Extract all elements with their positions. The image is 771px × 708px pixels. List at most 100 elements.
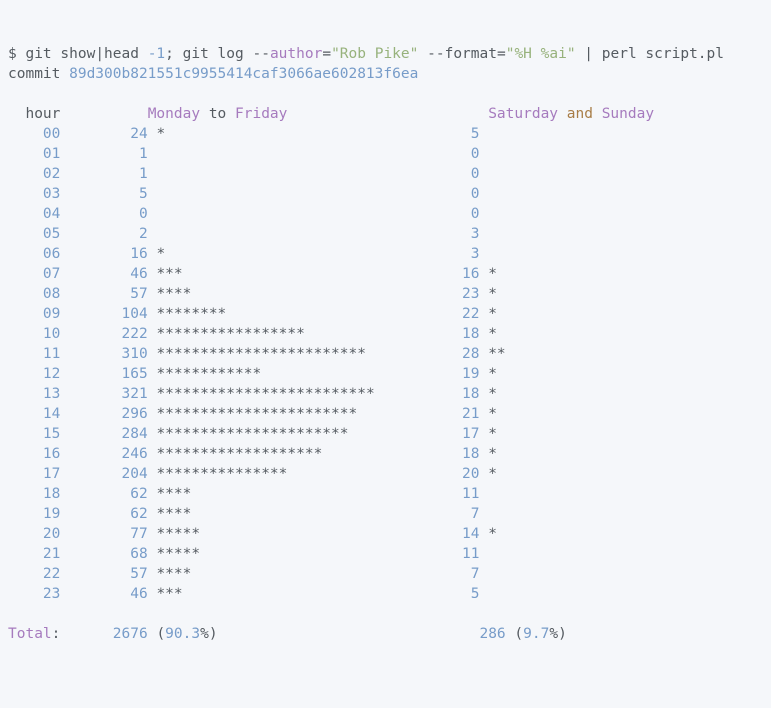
weekday-bar: ******************* <box>156 446 392 462</box>
hour-cell: 23 <box>43 586 60 602</box>
space <box>418 46 427 62</box>
hour-cell: 09 <box>43 306 60 322</box>
data-row: 14 296 *********************** 21 * <box>8 406 497 422</box>
gap <box>60 626 112 642</box>
weekend-count: 18 <box>392 386 479 402</box>
data-row: 19 62 **** 7 <box>8 506 488 522</box>
weekend-count: 7 <box>392 566 479 582</box>
weekday-count: 321 <box>60 386 147 402</box>
weekend-bar: * <box>488 266 497 282</box>
hour-cell: 10 <box>43 326 60 342</box>
weekend-count: 3 <box>392 246 479 262</box>
cmd-head: head <box>104 46 148 62</box>
hour-cell: 02 <box>43 166 60 182</box>
data-rows: 00 24 * 5 01 1 0 02 1 0 0 3 5 <box>8 126 506 602</box>
hour-cell: 07 <box>43 266 60 282</box>
data-row: 23 46 *** 5 <box>8 586 488 602</box>
hour-cell: 01 <box>43 146 60 162</box>
weekday-bar: *********************** <box>156 406 392 422</box>
colon: : <box>52 626 61 642</box>
weekday-monday: Monday <box>148 106 200 122</box>
weekday-bar: **** <box>156 486 392 502</box>
weekday-bar: ************************ <box>156 346 392 362</box>
gap <box>506 626 515 642</box>
weekend-bar: * <box>488 306 497 322</box>
weekend-count: 18 <box>392 326 479 342</box>
weekend-count: 17 <box>392 426 479 442</box>
semicolon: ; <box>165 46 182 62</box>
data-row: 00 24 * 5 <box>8 126 488 142</box>
and-word: and <box>558 106 602 122</box>
data-row: 20 77 ***** 14 * <box>8 526 497 542</box>
rparen: ) <box>558 626 567 642</box>
weekday-count: 222 <box>60 326 147 342</box>
weekday-count: 310 <box>60 346 147 362</box>
weekend-count: 14 <box>392 526 479 542</box>
data-row: 12 165 ************ 19 * <box>8 366 497 382</box>
weekend-count: 5 <box>392 126 479 142</box>
weekend-sunday: Sunday <box>602 106 654 122</box>
pipe: | <box>95 46 104 62</box>
weekend-count: 19 <box>392 366 479 382</box>
weekend-bar: * <box>488 386 497 402</box>
weekday-count: 68 <box>60 546 147 562</box>
weekday-bar: *** <box>156 586 392 602</box>
weekend-count: 7 <box>392 506 479 522</box>
hour-cell: 18 <box>43 486 60 502</box>
data-row: 11 310 ************************ 28 ** <box>8 346 506 362</box>
weekday-total: 2676 <box>113 626 148 642</box>
weekend-bar: * <box>488 446 497 462</box>
hour-cell: 20 <box>43 526 60 542</box>
ddash: -- <box>252 46 269 62</box>
weekday-bar: **** <box>156 506 392 522</box>
format-value: "%H %ai" <box>506 46 576 62</box>
weekday-bar: ************************* <box>156 386 392 402</box>
hour-cell: 17 <box>43 466 60 482</box>
weekday-count: 204 <box>60 466 147 482</box>
hour-cell: 22 <box>43 566 60 582</box>
weekday-count: 77 <box>60 526 147 542</box>
weekend-bar: * <box>488 286 497 302</box>
command-line: $ git show|head -1; git log --author="Ro… <box>8 46 724 62</box>
pct: % <box>549 626 558 642</box>
weekend-bar: * <box>488 406 497 422</box>
data-row: 01 1 0 <box>8 146 488 162</box>
weekday-bar: * <box>156 126 392 142</box>
data-row: 21 68 ***** 11 <box>8 546 488 562</box>
gap <box>287 106 488 122</box>
weekend-count: 16 <box>392 266 479 282</box>
weekday-bar: **** <box>156 286 392 302</box>
hour-cell: 16 <box>43 446 60 462</box>
ddash: -- <box>427 46 444 62</box>
weekday-bar <box>156 186 392 202</box>
weekend-count: 20 <box>392 466 479 482</box>
hour-cell: 19 <box>43 506 60 522</box>
weekday-count: 62 <box>60 506 147 522</box>
weekday-bar <box>156 166 392 182</box>
weekend-count: 28 <box>392 346 479 362</box>
weekend-count: 0 <box>392 206 479 222</box>
commit-label: commit <box>8 66 69 82</box>
pipe: | <box>576 46 602 62</box>
weekend-bar: * <box>488 326 497 342</box>
weekday-count: 1 <box>60 146 147 162</box>
weekend-count: 5 <box>392 586 479 602</box>
weekday-count: 296 <box>60 406 147 422</box>
data-row: 06 16 * 3 <box>8 246 488 262</box>
weekday-bar <box>156 146 392 162</box>
weekend-count: 23 <box>392 286 479 302</box>
hour-cell: 14 <box>43 406 60 422</box>
hour-cell: 00 <box>43 126 60 142</box>
lparen: ( <box>514 626 523 642</box>
weekday-bar: ***** <box>156 526 392 542</box>
data-row: 09 104 ******** 22 * <box>8 306 497 322</box>
data-row: 16 246 ******************* 18 * <box>8 446 497 462</box>
weekday-bar: ************ <box>156 366 392 382</box>
weekend-count: 0 <box>392 166 479 182</box>
data-row: 02 1 0 <box>8 166 488 182</box>
weekend-bar: * <box>488 426 497 442</box>
weekend-bar: ** <box>488 346 505 362</box>
equals: = <box>322 46 331 62</box>
weekend-count: 11 <box>392 546 479 562</box>
weekend-count: 18 <box>392 446 479 462</box>
